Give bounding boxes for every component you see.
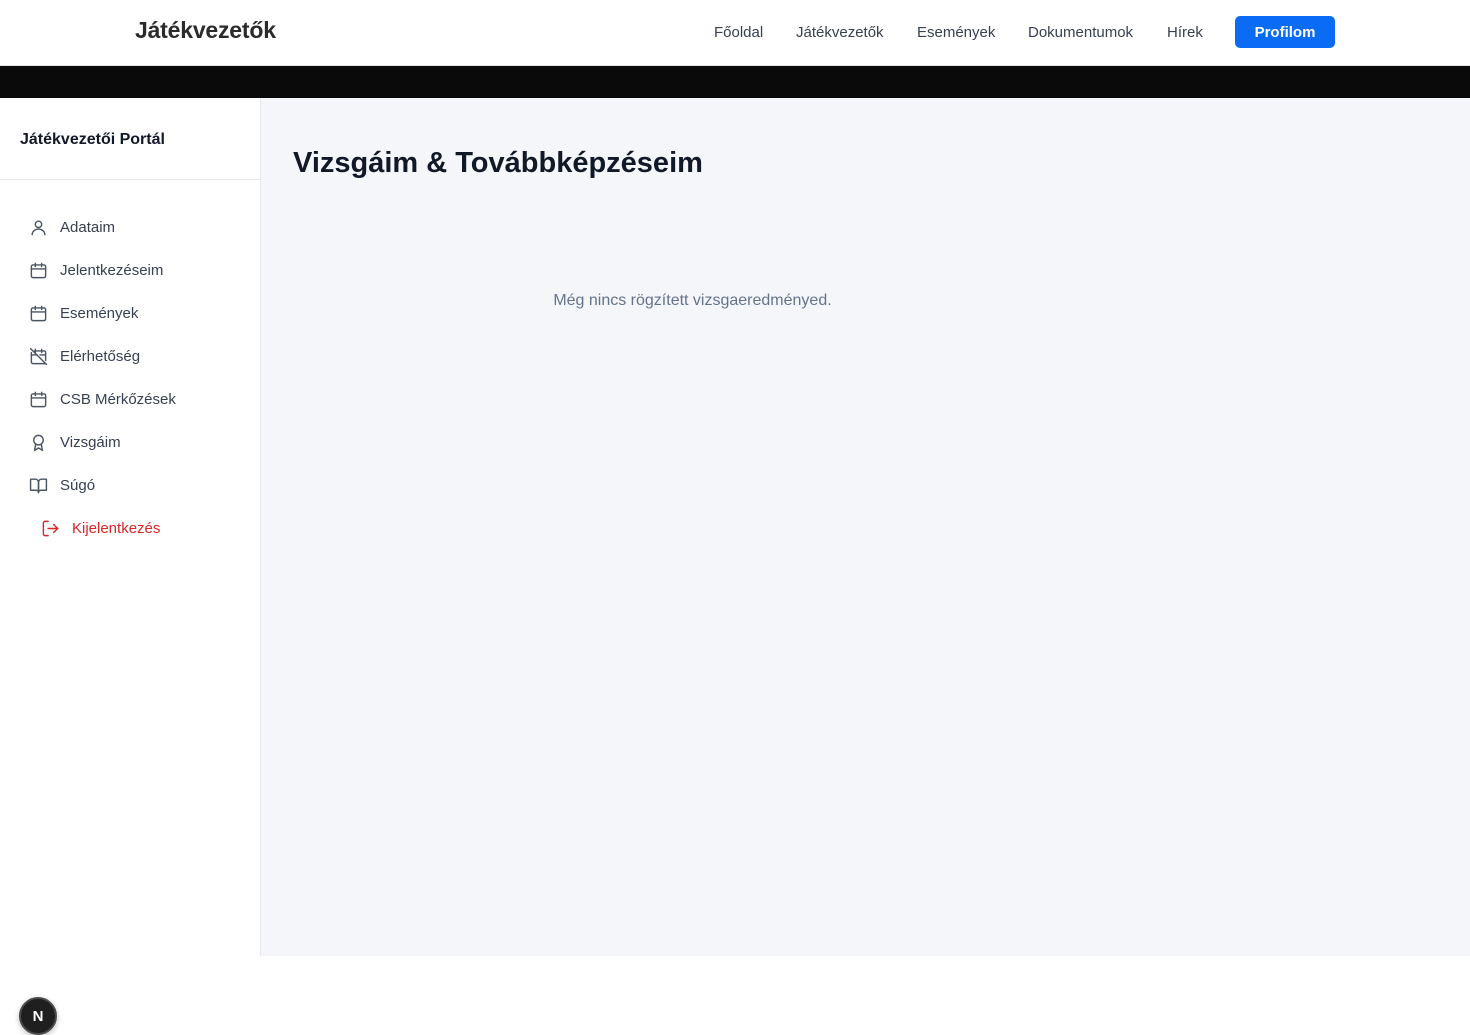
profile-button[interactable]: Profilom bbox=[1235, 16, 1335, 48]
user-icon bbox=[28, 218, 48, 238]
calendar-icon bbox=[28, 304, 48, 324]
sidebar-item-csb-merkozesek[interactable]: CSB Mérkőzések bbox=[0, 378, 260, 421]
dev-tools-badge[interactable]: N bbox=[19, 997, 57, 1035]
sidebar-item-sugo[interactable]: Súgó bbox=[0, 464, 260, 507]
sidebar-item-vizsgaim[interactable]: Vizsgáim bbox=[0, 421, 260, 464]
calendar-off-icon bbox=[28, 347, 48, 367]
calendar-icon bbox=[28, 261, 48, 281]
sidebar-item-label: Adataim bbox=[60, 219, 116, 236]
sidebar-item-label: CSB Mérkőzések bbox=[60, 391, 176, 408]
sidebar-title: Játékvezetői Portál bbox=[0, 98, 260, 180]
top-navigation: Játékvezetők Főoldal Játékvezetők Esemén… bbox=[0, 0, 1470, 66]
sidebar-item-label: Elérhetőség bbox=[60, 348, 141, 365]
page-title: Vizsgáim & Továbbképzéseim bbox=[293, 147, 703, 179]
logout-label: Kijelentkezés bbox=[72, 520, 161, 537]
nav-link-news[interactable]: Hírek bbox=[1167, 24, 1203, 41]
sidebar-item-jelentkezeseim[interactable]: Jelentkezéseim bbox=[0, 249, 260, 292]
sidebar-item-esemenyek[interactable]: Események bbox=[0, 292, 260, 335]
sidebar-item-adataim[interactable]: Adataim bbox=[0, 206, 260, 249]
nav-link-documents[interactable]: Dokumentumok bbox=[1028, 24, 1133, 41]
sidebar: Játékvezetői Portál Adataim Jelentkezése… bbox=[0, 98, 261, 1035]
calendar-icon bbox=[28, 390, 48, 410]
sidebar-item-label: Jelentkezéseim bbox=[60, 262, 164, 279]
nav-link-home[interactable]: Főoldal bbox=[714, 24, 763, 41]
sidebar-menu: Adataim Jelentkezéseim Események Elérhet… bbox=[0, 206, 260, 550]
sidebar-item-label: Események bbox=[60, 305, 139, 322]
header-band bbox=[0, 66, 1470, 98]
empty-state-message: Még nincs rögzített vizsgaeredményed. bbox=[553, 292, 832, 309]
book-icon bbox=[28, 476, 48, 496]
sidebar-item-label: Vizsgáim bbox=[60, 434, 121, 451]
sidebar-item-elerhetoseg[interactable]: Elérhetőség bbox=[0, 335, 260, 378]
sidebar-item-label: Súgó bbox=[60, 477, 96, 494]
logout-icon bbox=[40, 519, 60, 539]
nav-link-events[interactable]: Események bbox=[917, 24, 995, 41]
site-brand[interactable]: Játékvezetők bbox=[135, 17, 276, 44]
award-icon bbox=[28, 433, 48, 453]
nav-link-referees[interactable]: Játékvezetők bbox=[796, 24, 884, 41]
main-content: Vizsgáim & Továbbképzéseim Még nincs rög… bbox=[261, 98, 1470, 956]
logout-button[interactable]: Kijelentkezés bbox=[0, 507, 260, 550]
